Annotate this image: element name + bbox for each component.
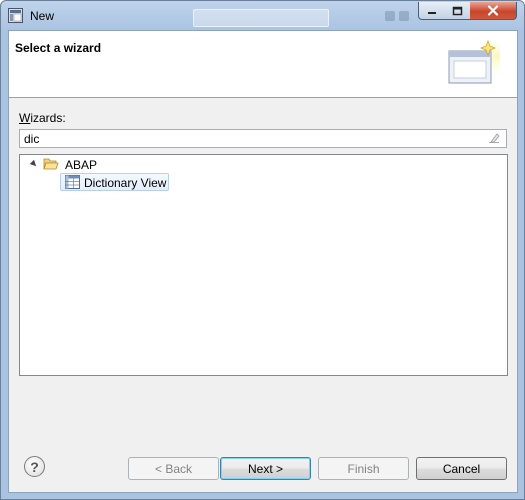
- minimize-button[interactable]: [418, 2, 445, 20]
- tree-item-abap[interactable]: ABAP: [20, 155, 507, 173]
- tree-item-label: ABAP: [65, 158, 98, 172]
- finish-button[interactable]: Finish: [318, 457, 409, 480]
- wizard-tree[interactable]: ABAP Dictionary View: [19, 154, 508, 376]
- tree-item-dictionary-view[interactable]: Dictionary View: [60, 173, 169, 191]
- toolbar-ghost-icon: [399, 11, 409, 21]
- minimize-icon: [427, 11, 436, 14]
- back-button[interactable]: < Back: [128, 457, 219, 480]
- title-bar[interactable]: New: [1, 1, 524, 30]
- cancel-button[interactable]: Cancel: [416, 457, 507, 480]
- expander-icon[interactable]: [29, 159, 39, 169]
- dialog-window: New Select a wizard Wizards: dic ABAP Di…: [0, 0, 525, 500]
- wizards-label: Wizards:: [19, 111, 66, 125]
- dialog-client: Select a wizard Wizards: dic ABAP Dictio…: [8, 30, 518, 493]
- toolbar-ghost-icon: [385, 11, 395, 21]
- quick-access-field: [193, 9, 329, 27]
- eclipse-window-icon: [8, 8, 23, 23]
- wizards-label-mnemonic: W: [19, 111, 31, 125]
- maximize-icon: [452, 6, 462, 15]
- wizard-filter-field: [19, 129, 507, 148]
- wizard-header: Select a wizard: [9, 31, 517, 98]
- window-title: New: [30, 9, 55, 23]
- dictionary-table-icon: [65, 175, 80, 189]
- maximize-button[interactable]: [444, 2, 471, 20]
- close-button[interactable]: [470, 2, 517, 20]
- close-icon: [487, 5, 499, 16]
- wizards-label-text: izards:: [30, 111, 66, 125]
- help-button[interactable]: ?: [24, 456, 45, 477]
- help-icon: ?: [30, 458, 39, 475]
- clear-filter-icon[interactable]: [488, 132, 500, 144]
- wizard-banner-icon: [448, 39, 500, 84]
- next-button[interactable]: Next >: [220, 457, 311, 480]
- page-title: Select a wizard: [15, 41, 102, 55]
- folder-open-icon: [43, 158, 59, 170]
- wizard-filter-input[interactable]: [20, 130, 484, 147]
- tree-item-label: Dictionary View: [84, 176, 167, 190]
